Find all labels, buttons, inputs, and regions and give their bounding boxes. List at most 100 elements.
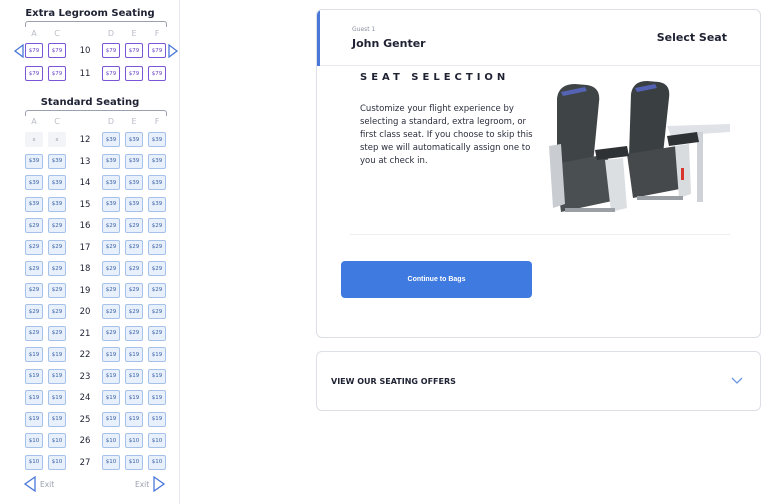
seat-button[interactable]: $79 bbox=[48, 43, 66, 58]
seat-button[interactable]: $19 bbox=[25, 390, 43, 405]
seat-button[interactable]: $29 bbox=[48, 325, 66, 341]
seat-button[interactable]: $39 bbox=[102, 132, 120, 147]
seat-button[interactable]: $39 bbox=[25, 196, 43, 212]
seat-button[interactable]: $19 bbox=[25, 411, 43, 427]
seat-button[interactable]: $19 bbox=[25, 347, 43, 362]
seat-button[interactable]: $10 bbox=[48, 433, 66, 448]
seat-button[interactable]: $19 bbox=[48, 368, 66, 384]
scroll-right-icon[interactable] bbox=[168, 44, 178, 58]
seat-button[interactable]: $29 bbox=[148, 218, 166, 233]
seat-button[interactable]: $19 bbox=[48, 347, 66, 362]
seat-button[interactable]: $10 bbox=[102, 454, 120, 470]
seat-button[interactable]: $19 bbox=[148, 368, 166, 384]
seat-button[interactable]: $10 bbox=[48, 454, 66, 470]
seat-button[interactable]: $39 bbox=[102, 175, 120, 190]
seat-button[interactable]: $29 bbox=[102, 261, 120, 276]
seat-button[interactable]: $19 bbox=[48, 411, 66, 427]
seat-button[interactable]: $29 bbox=[102, 304, 120, 319]
seat-button[interactable]: $29 bbox=[25, 218, 43, 233]
seat-button[interactable]: $39 bbox=[48, 196, 66, 212]
seat-button[interactable]: $39 bbox=[125, 175, 143, 190]
seating-offers-accordion[interactable]: VIEW OUR SEATING OFFERS bbox=[316, 351, 761, 411]
seat-button[interactable]: $29 bbox=[25, 261, 43, 276]
guest-header[interactable]: Guest 1 John Genter Select Seat bbox=[317, 10, 760, 66]
scroll-left-icon[interactable] bbox=[14, 44, 24, 58]
seat-button[interactable]: $29 bbox=[125, 282, 143, 298]
seat-button[interactable]: $29 bbox=[25, 239, 43, 255]
seat-button[interactable]: $39 bbox=[102, 153, 120, 169]
seat-button[interactable]: $39 bbox=[25, 153, 43, 169]
seat-button[interactable]: $39 bbox=[48, 175, 66, 190]
seat-button[interactable]: $19 bbox=[125, 390, 143, 405]
seat-button[interactable]: $39 bbox=[102, 196, 120, 212]
seat-button[interactable]: $29 bbox=[125, 261, 143, 276]
seat-button[interactable]: $10 bbox=[148, 454, 166, 470]
seat-button[interactable]: $79 bbox=[48, 66, 66, 81]
seat-button[interactable]: $19 bbox=[148, 347, 166, 362]
seat-button[interactable]: $39 bbox=[25, 175, 43, 190]
seat-button[interactable]: $29 bbox=[148, 239, 166, 255]
seat-button[interactable]: $10 bbox=[102, 433, 120, 448]
seat-button[interactable]: $29 bbox=[125, 239, 143, 255]
seat-button[interactable]: $19 bbox=[148, 390, 166, 405]
extra-col-c: C bbox=[54, 29, 60, 38]
seat-button[interactable]: $29 bbox=[102, 218, 120, 233]
seat-button[interactable]: $19 bbox=[125, 368, 143, 384]
seat-button[interactable]: $29 bbox=[102, 325, 120, 341]
seat-button[interactable]: $10 bbox=[125, 433, 143, 448]
guest-name: John Genter bbox=[352, 37, 426, 50]
seat-button[interactable]: $79 bbox=[148, 66, 166, 81]
seat-button[interactable]: $29 bbox=[25, 325, 43, 341]
seat-button[interactable]: $79 bbox=[125, 66, 143, 81]
seat-button[interactable]: $29 bbox=[48, 239, 66, 255]
seat-button[interactable]: $39 bbox=[148, 175, 166, 190]
seat-button[interactable]: $39 bbox=[148, 132, 166, 147]
seat-button[interactable]: $39 bbox=[148, 153, 166, 169]
seat-button[interactable]: $79 bbox=[25, 43, 43, 58]
seat-button[interactable]: $10 bbox=[25, 454, 43, 470]
seat-button[interactable]: $29 bbox=[25, 304, 43, 319]
seat-button[interactable]: $79 bbox=[25, 66, 43, 81]
seat-button[interactable]: $29 bbox=[102, 282, 120, 298]
standard-col-a: A bbox=[31, 117, 37, 126]
row-number: 18 bbox=[79, 264, 91, 274]
chevron-down-icon[interactable] bbox=[730, 374, 744, 388]
seat-button[interactable]: $39 bbox=[125, 132, 143, 147]
seat-button[interactable]: $19 bbox=[25, 368, 43, 384]
seat-button[interactable]: $79 bbox=[148, 43, 166, 58]
seat-button[interactable]: $10 bbox=[125, 454, 143, 470]
seat-button[interactable]: $79 bbox=[102, 66, 120, 81]
seat-button[interactable]: $29 bbox=[48, 282, 66, 298]
seat-button[interactable]: $79 bbox=[102, 43, 120, 58]
seat-button[interactable]: $10 bbox=[25, 433, 43, 448]
seat-button[interactable]: $19 bbox=[102, 390, 120, 405]
seat-button[interactable]: $19 bbox=[102, 368, 120, 384]
seat-button[interactable]: $10 bbox=[148, 433, 166, 448]
seat-button[interactable]: $39 bbox=[48, 153, 66, 169]
seat-button[interactable]: $79 bbox=[125, 43, 143, 58]
seat-button[interactable]: $29 bbox=[148, 261, 166, 276]
seat-button[interactable]: $29 bbox=[125, 218, 143, 233]
seat-button[interactable]: $29 bbox=[125, 325, 143, 341]
seat-button[interactable]: $29 bbox=[148, 304, 166, 319]
seat-button[interactable]: $19 bbox=[148, 411, 166, 427]
seat-button[interactable]: $39 bbox=[125, 196, 143, 212]
seat-button[interactable]: $29 bbox=[125, 304, 143, 319]
seat-button[interactable]: $19 bbox=[48, 390, 66, 405]
seat-button[interactable]: $19 bbox=[102, 347, 120, 362]
select-seat-link[interactable]: Select Seat bbox=[657, 31, 727, 44]
seat-button[interactable]: $29 bbox=[148, 325, 166, 341]
seat-button[interactable]: $29 bbox=[25, 282, 43, 298]
seat-button[interactable]: $39 bbox=[148, 196, 166, 212]
seat-button[interactable]: $29 bbox=[148, 282, 166, 298]
seat-button[interactable]: $29 bbox=[102, 239, 120, 255]
seat-button[interactable]: $29 bbox=[48, 304, 66, 319]
seat-button[interactable]: $39 bbox=[125, 153, 143, 169]
seat-button[interactable]: $29 bbox=[48, 261, 66, 276]
row-number: 22 bbox=[79, 350, 91, 360]
continue-to-bags-button[interactable]: Continue to Bags bbox=[341, 261, 532, 298]
seat-button[interactable]: $19 bbox=[125, 411, 143, 427]
seat-button[interactable]: $19 bbox=[102, 411, 120, 427]
seat-button[interactable]: $19 bbox=[125, 347, 143, 362]
seat-button[interactable]: $29 bbox=[48, 218, 66, 233]
